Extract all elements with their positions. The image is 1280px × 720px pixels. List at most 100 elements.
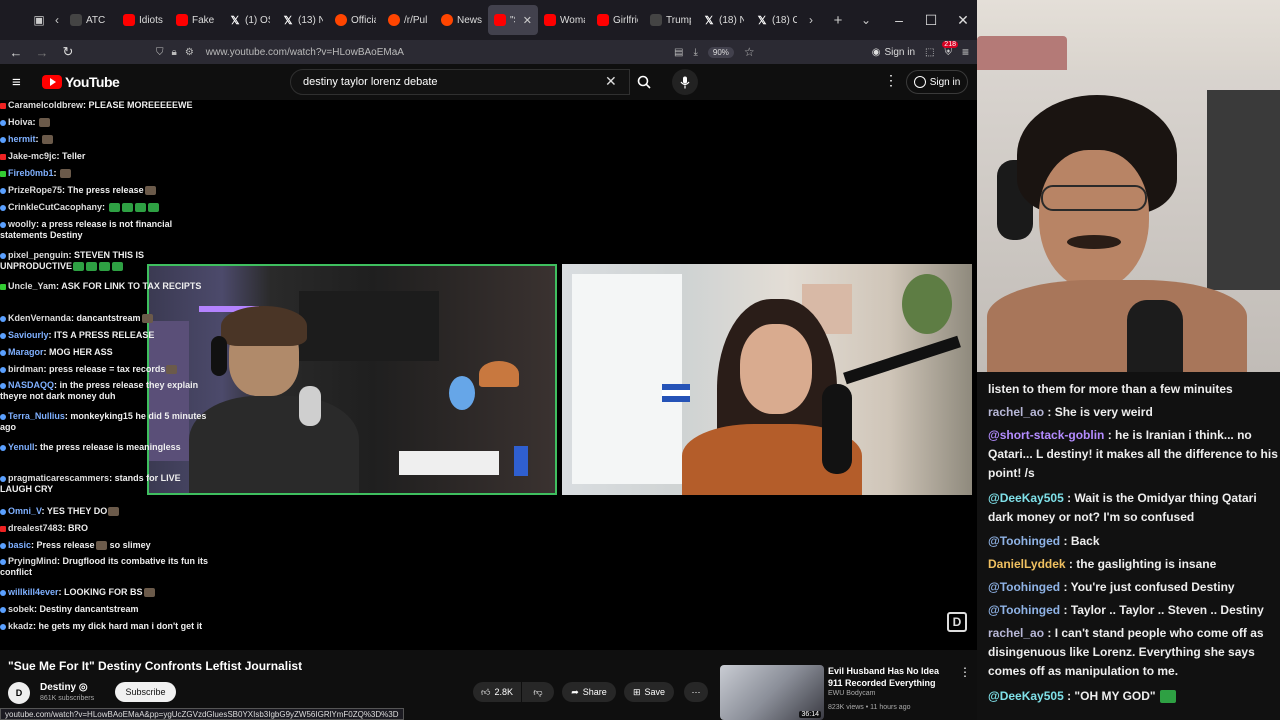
tab-scroll-right-icon[interactable]: › (803, 8, 819, 32)
browser-tab[interactable]: 𝕏 (18) O (750, 5, 803, 35)
emote-icon (112, 262, 124, 272)
flag-shape (662, 384, 690, 402)
overlay-chat-username: drealest7483 (8, 523, 63, 533)
browser-tab[interactable]: Fake L (170, 5, 223, 35)
badge-icon (0, 221, 6, 228)
side-chat-username: @DeeKay505 (988, 689, 1064, 703)
overlay-chat-username: kkadz (8, 621, 34, 631)
x-favicon-icon: 𝕏 (757, 14, 767, 27)
account-button[interactable]: ◉ Sign in (872, 47, 915, 58)
toolbar-right: ◉ Sign in ⬚ ⛨ 218 ≡ (872, 40, 969, 64)
recommended-more-icon[interactable]: ⋮ (959, 665, 971, 679)
overlay-chat-username: Terra_Nullius (8, 411, 65, 421)
channel-name[interactable]: Destiny ◎ (40, 682, 88, 693)
overlay-chat-username: NASDAQQ (8, 380, 55, 390)
badge-icon (0, 366, 6, 373)
shelf-shape (1207, 90, 1280, 290)
side-chat-message: @short-stack-goblin : he is Iranian i th… (988, 426, 1278, 483)
overlay-chat-text: the press release is meaningless (40, 442, 181, 452)
browser-tab[interactable]: News (435, 5, 488, 35)
share-button[interactable]: ➦ Share (562, 682, 616, 702)
overlay-chat-username: willkill4ever (8, 587, 59, 597)
new-tab-icon[interactable]: + (827, 8, 849, 32)
search-button[interactable] (628, 69, 660, 95)
subscribe-button[interactable]: Subscribe (115, 682, 176, 702)
overlay-chat-text-after: so slimey (109, 540, 151, 550)
search-input[interactable]: destiny taylor lorenz debate (290, 69, 630, 95)
overlay-chat: Caramelcoldbrew: PLEASE MOREEEEEWE Hoiva:… (0, 100, 210, 650)
blank-favicon-icon (650, 14, 662, 26)
browser-tab[interactable]: 𝕏 (13) N (276, 5, 329, 35)
zoom-level[interactable]: 90% (707, 46, 734, 58)
overlay-chat-text: Press release (36, 540, 95, 550)
channel-watermark-icon[interactable]: D (947, 612, 967, 632)
tab-bar: ▣ ‹ ATC Idiots Fake L 𝕏 (1) OS 𝕏 (13) N Officia… (0, 0, 977, 40)
reload-icon[interactable]: ↻ (56, 42, 80, 62)
tab-list-icon[interactable]: ⌄ (855, 8, 877, 32)
maximize-icon[interactable]: ☐ (915, 0, 947, 40)
badge-icon (0, 136, 6, 143)
url-text[interactable]: www.youtube.com/watch?v=HLowBAoEMaA (206, 47, 404, 58)
minimize-icon[interactable]: – (883, 0, 915, 40)
x-favicon-icon: 𝕏 (230, 14, 240, 27)
app-menu-icon[interactable]: ≡ (962, 45, 969, 59)
hamburger-menu-icon[interactable]: ≡ (12, 74, 21, 91)
extensions-icon[interactable]: ⬚ (925, 47, 934, 58)
tab-scroll-left-icon[interactable]: ‹ (50, 8, 64, 32)
overlay-chat-message: KdenVernanda: dancantstream (0, 313, 210, 324)
ublock-icon[interactable]: ⛨ 218 (942, 40, 958, 58)
save-page-icon[interactable]: ⤓ (693, 47, 697, 58)
recommended-thumbnail[interactable]: 36:14 (720, 665, 824, 720)
more-actions-button[interactable]: ⋯ (684, 682, 708, 702)
overlay-chat-username: Saviourly (8, 330, 49, 340)
address-bar[interactable]: ⛉ 🔒︎ ⚙︎ www.youtube.com/watch?v=HLowBAoE… (150, 42, 768, 62)
recommended-title[interactable]: Evil Husband Has No Idea 911 Recorded Ev… (828, 665, 948, 689)
recommended-channel[interactable]: EWU Bodycam (828, 690, 875, 697)
tab-label: (18) O (772, 14, 797, 26)
shield-icon[interactable]: ⛉ (156, 47, 164, 58)
browser-tab[interactable]: Idiots (117, 5, 170, 35)
youtube-sign-in-button[interactable]: Sign in (906, 70, 968, 94)
video-player[interactable]: Caramelcoldbrew: PLEASE MOREEEEEWE Hoiva:… (0, 100, 977, 650)
badge-icon (0, 170, 6, 177)
browser-tab[interactable]: ATC (64, 5, 117, 35)
overlay-chat-message: basic: Press release so slimey (0, 540, 210, 551)
permissions-icon[interactable]: ⚙︎ (185, 47, 194, 58)
clear-search-icon[interactable]: ✕ (605, 73, 617, 90)
save-button[interactable]: ⊞ Save (624, 682, 674, 702)
browser-tab[interactable]: 𝕏 (18) N (697, 5, 750, 35)
browser-tab[interactable]: Woma (538, 5, 591, 35)
close-tab-icon[interactable]: ✕ (523, 14, 532, 27)
voice-search-button[interactable] (672, 69, 698, 95)
browser-tab[interactable]: Trump (644, 5, 697, 35)
share-icon: ➦ (571, 686, 579, 697)
back-icon[interactable]: ← (4, 42, 28, 62)
forward-icon[interactable]: → (30, 42, 54, 62)
x-favicon-icon: 𝕏 (283, 14, 293, 27)
overlay-chat-message: Fireb0mb1: (0, 168, 210, 179)
like-button[interactable]: 👍︎ 2.8K (473, 682, 521, 702)
close-window-icon[interactable]: ✕ (947, 0, 977, 40)
browser-tab[interactable]: "Su ✕ (488, 5, 538, 35)
overlay-chat-message: willkill4ever: LOOKING FOR BS (0, 587, 210, 598)
dislike-button[interactable]: 👎︎ (522, 682, 554, 702)
reader-view-icon[interactable]: ▤ (674, 47, 683, 58)
emote-icon (99, 262, 111, 272)
badge-icon (0, 315, 6, 322)
bookmark-star-icon[interactable]: ☆ (744, 45, 755, 59)
browser-tab[interactable]: Officia (329, 5, 382, 35)
settings-kebab-icon[interactable]: ⋮ (884, 72, 898, 89)
browser-tab[interactable]: 𝕏 (1) OS (223, 5, 276, 35)
tab-overview-icon[interactable]: ▣ (28, 8, 50, 32)
youtube-wordmark: YouTube (65, 74, 120, 90)
overlay-chat-message: NASDAQQ: in the press release they expla… (0, 380, 199, 401)
browser-tab[interactable]: Girlfrie (591, 5, 644, 35)
side-chat-separator: : (1060, 580, 1071, 594)
channel-avatar[interactable]: D (8, 682, 30, 704)
lock-icon[interactable]: 🔒︎ (172, 47, 177, 58)
overlay-chat-message: drealest7483: BRO (0, 523, 210, 534)
side-chat-text: the gaslighting is insane (1076, 557, 1217, 571)
overlay-chat-text: he gets my dick hard man i don't get it (38, 621, 203, 631)
youtube-logo[interactable]: YouTube (42, 74, 120, 90)
browser-tab[interactable]: /r/Pul (382, 5, 435, 35)
